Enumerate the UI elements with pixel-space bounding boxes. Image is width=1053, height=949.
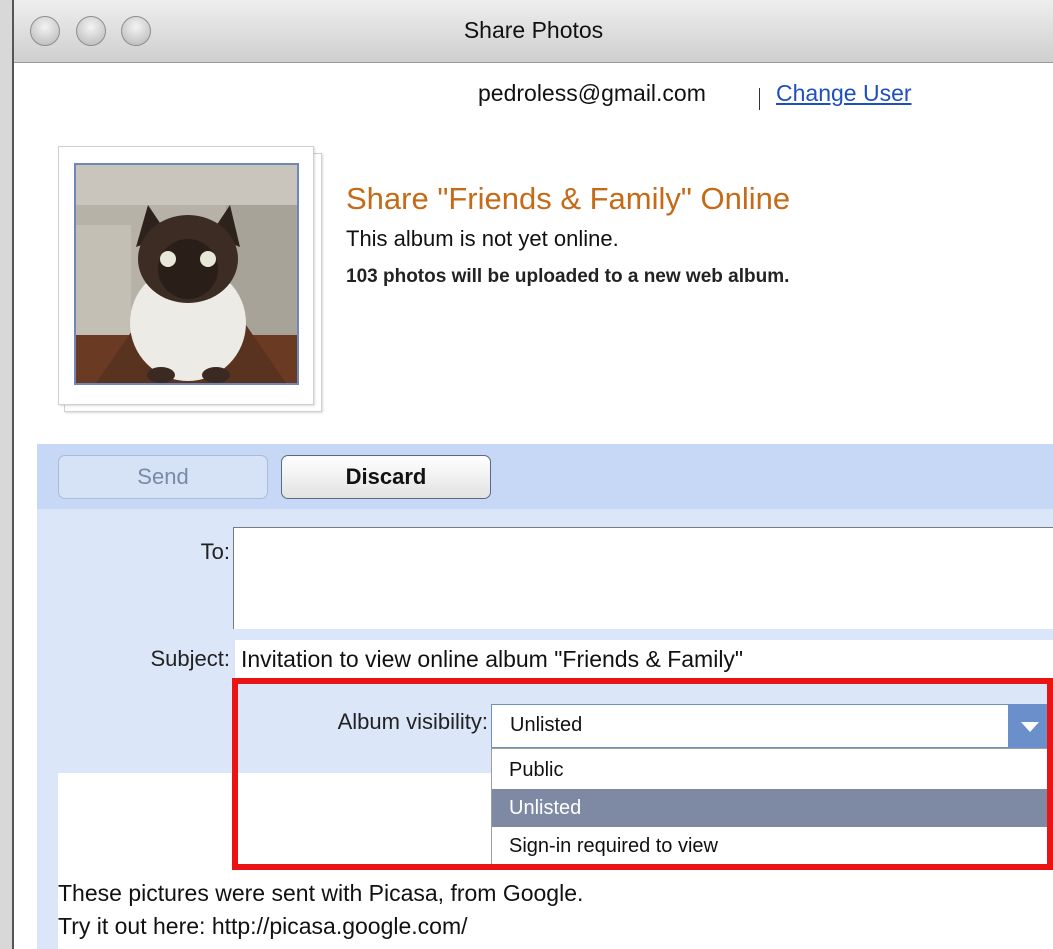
- send-button[interactable]: Send: [58, 455, 268, 499]
- window-title: Share Photos: [463, 17, 604, 43]
- to-field[interactable]: [233, 527, 1053, 629]
- to-label: To:: [200, 539, 230, 564]
- title-bar: Share Photos: [14, 0, 1053, 63]
- upload-info: 103 photos will be uploaded to a new web…: [346, 266, 790, 287]
- cat-photo-image: [76, 165, 297, 383]
- user-email: pedroless@gmail.com: [478, 80, 706, 106]
- album-cover-photo: [74, 163, 299, 385]
- highlight-box: [232, 678, 1053, 870]
- subject-label: Subject:: [150, 646, 231, 671]
- window-edge: [0, 0, 14, 949]
- album-status: This album is not yet online.: [346, 226, 619, 251]
- message-line: Try it out here: http://picasa.google.co…: [58, 913, 468, 939]
- change-user-link[interactable]: Change User: [776, 80, 912, 107]
- discard-button[interactable]: Discard: [281, 455, 491, 499]
- message-line: These pictures were sent with Picasa, fr…: [58, 880, 584, 906]
- album-share-title: Share "Friends & Family" Online: [346, 181, 791, 216]
- subject-field[interactable]: Invitation to view online album "Friends…: [235, 640, 1053, 678]
- separator: [759, 88, 760, 110]
